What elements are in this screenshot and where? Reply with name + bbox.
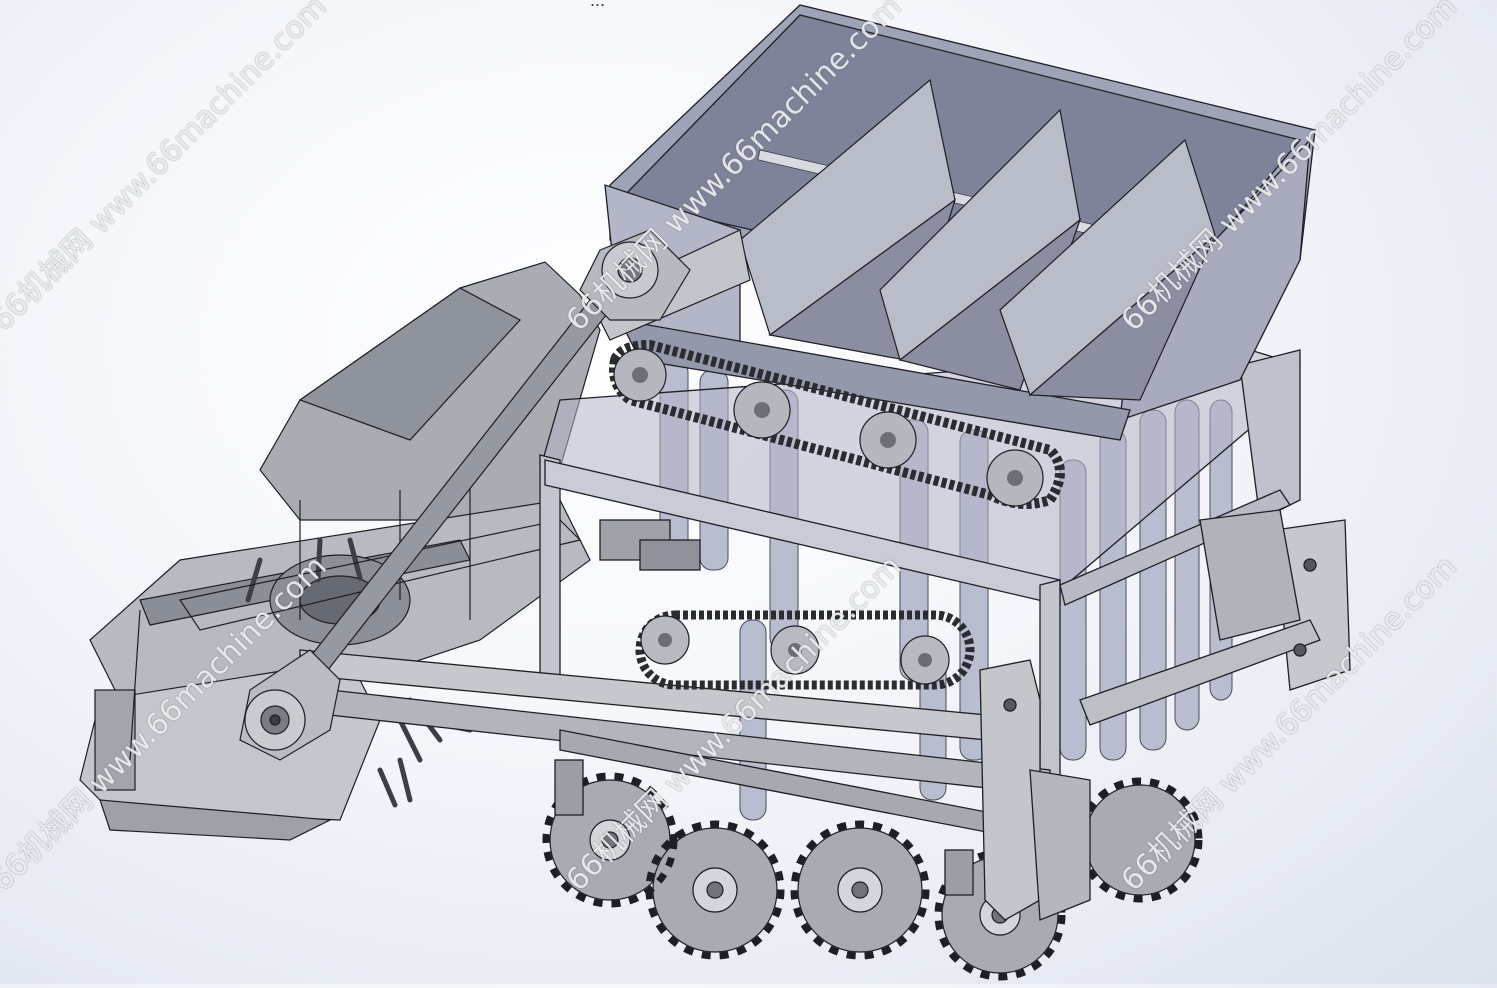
seeder-machine-drawing [79,4,1351,981]
top-caption: ... [590,0,606,10]
cad-viewport: ... 66机械网 www.66machine.com 66机械网 www.66… [0,0,1497,984]
rotary-tiller [79,261,601,841]
